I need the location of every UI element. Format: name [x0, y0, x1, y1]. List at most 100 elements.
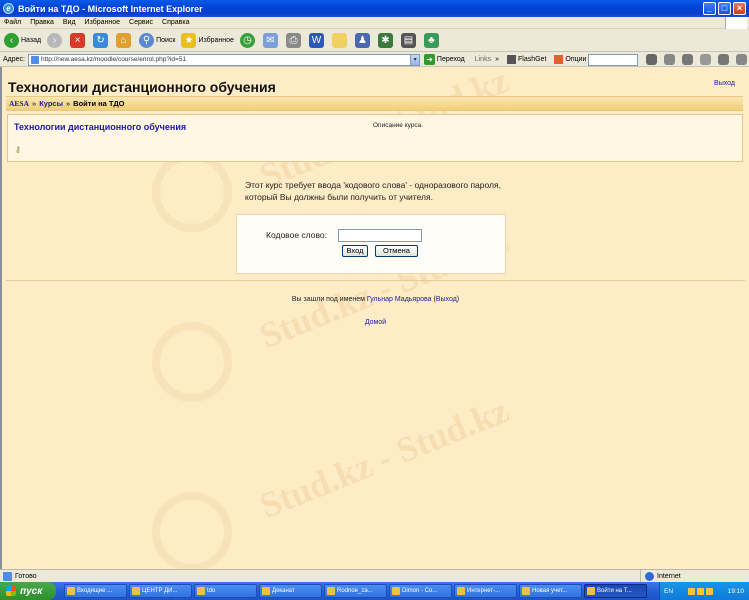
toolbar: ‹ Назад › × ↻ ⌂ ⚲ Поиск ★ Избранное ◷ ✉ …: [0, 30, 749, 52]
menu-help[interactable]: Справка: [162, 19, 189, 26]
print-button[interactable]: ⎙: [285, 33, 303, 48]
breadcrumb-separator: »: [32, 99, 37, 108]
menu-favorites[interactable]: Избранное: [85, 19, 120, 26]
discuss-button[interactable]: [331, 33, 349, 48]
folder-icon: [262, 587, 270, 595]
go-label: Переход: [436, 56, 465, 63]
maximize-button[interactable]: □: [718, 2, 731, 15]
task-rodnoe[interactable]: Rodnoe_za...: [324, 584, 387, 598]
forward-button[interactable]: ›: [47, 33, 64, 48]
task-new-account[interactable]: Новая учет...: [519, 584, 582, 598]
home-button[interactable]: ⌂: [116, 33, 133, 48]
logout-link-footer[interactable]: Выход: [436, 296, 457, 303]
people-icon: ♣: [423, 33, 439, 48]
notes-button[interactable]: ▤: [400, 33, 418, 48]
refresh-button[interactable]: ↻: [93, 33, 110, 48]
task-current-window[interactable]: Войти на Т...: [584, 584, 647, 598]
search-button[interactable]: ⚲ Поиск: [139, 33, 175, 48]
research-button[interactable]: ✱: [377, 33, 395, 48]
task-icon: [522, 587, 530, 595]
language-indicator[interactable]: EN: [664, 588, 673, 595]
enter-button[interactable]: Вход: [342, 245, 368, 257]
people-button[interactable]: ♣: [423, 33, 441, 48]
paren-close: ): [456, 296, 460, 303]
print-tool-icon[interactable]: [718, 54, 729, 65]
zone-text: Internet: [657, 572, 681, 580]
messenger-icon: ♟: [354, 33, 370, 48]
task-dimon[interactable]: Dimon - Co...: [389, 584, 452, 598]
stop-icon: ×: [70, 33, 86, 48]
cancel-button[interactable]: Отмена: [375, 245, 418, 257]
flashget-button[interactable]: FlashGet: [506, 55, 546, 64]
refresh-icon: ↻: [93, 33, 109, 48]
tray-icon[interactable]: [705, 587, 713, 595]
status-section: Готово: [0, 571, 640, 581]
forward-arrow-icon: ›: [47, 33, 63, 48]
edit-button[interactable]: W: [308, 33, 326, 48]
breadcrumb-courses[interactable]: Курсы: [39, 99, 63, 108]
menu-edit[interactable]: Правка: [30, 19, 54, 26]
page-content: Stud.kz - Stud.kz Stud.kz - Stud.kz Stud…: [0, 67, 749, 569]
key-icon: ⚷: [15, 145, 21, 154]
notes-icon: ▤: [400, 33, 416, 48]
task-dekanat[interactable]: Деканат: [259, 584, 322, 598]
tray-icons: [687, 587, 713, 595]
history-button[interactable]: ◷: [239, 33, 257, 48]
toolbar-search-input[interactable]: [588, 53, 638, 66]
back-button[interactable]: ‹ Назад: [4, 33, 41, 48]
ie-logo-icon: e: [3, 3, 14, 14]
watermark-text: Stud.kz - Stud.kz: [254, 389, 514, 527]
user-profile-link[interactable]: Гульнар Мадьярова: [367, 296, 432, 303]
options-button[interactable]: Опции: [554, 55, 586, 64]
copy-icon[interactable]: [682, 54, 693, 65]
folder-icon: [197, 587, 205, 595]
course-name-link[interactable]: Технологии дистанционного обучения: [14, 122, 186, 132]
back-arrow-icon: ‹: [4, 33, 19, 48]
zoom-icon[interactable]: [646, 54, 657, 65]
close-button[interactable]: ×: [733, 2, 746, 15]
task-tdo[interactable]: tdo: [194, 584, 257, 598]
page-icon: [30, 55, 39, 64]
tray-icon[interactable]: [696, 587, 704, 595]
home-tool-icon[interactable]: [736, 54, 747, 65]
task-center[interactable]: ЦЕНТР ДИ...: [129, 584, 192, 598]
task-inbox[interactable]: Входящие ...: [64, 584, 127, 598]
mail-tool-icon[interactable]: [700, 54, 711, 65]
stop-button[interactable]: ×: [70, 33, 87, 48]
ie-icon: [587, 587, 595, 595]
links-label[interactable]: Links: [475, 56, 491, 63]
clock[interactable]: 19:10: [728, 588, 744, 595]
address-bar: Адрес: http://new.aesa.kz/moodle/course/…: [0, 53, 749, 67]
home-link[interactable]: Домой: [2, 319, 749, 326]
task-icon: [457, 587, 465, 595]
menu-file[interactable]: Файл: [4, 19, 21, 26]
minimize-button[interactable]: _: [703, 2, 716, 15]
folder-icon: [331, 33, 347, 48]
mail-button[interactable]: ✉: [262, 33, 280, 48]
task-internet[interactable]: Интернет-...: [454, 584, 517, 598]
address-dropdown-icon[interactable]: ▾: [411, 53, 420, 66]
menu-tools[interactable]: Сервис: [129, 19, 153, 26]
breadcrumb-current: Войти на ТДО: [73, 99, 125, 108]
enrol-key-label: Кодовое слово:: [266, 230, 327, 240]
messenger-button[interactable]: ♟: [354, 33, 372, 48]
breadcrumb-home[interactable]: AESA: [9, 99, 29, 108]
start-button[interactable]: пуск: [0, 582, 56, 600]
task-label: Входящие ...: [77, 588, 113, 594]
go-button[interactable]: ➜ Переход: [423, 54, 465, 65]
page-done-icon: [3, 571, 12, 581]
enrol-key-input[interactable]: [338, 229, 422, 242]
task-label: Dimon - Co...: [402, 588, 438, 594]
address-input[interactable]: http://new.aesa.kz/moodle/course/enrol.p…: [27, 53, 412, 66]
menu-view[interactable]: Вид: [63, 19, 76, 26]
task-label: Войти на Т...: [597, 588, 632, 594]
logout-link-top[interactable]: Выход: [714, 80, 735, 87]
task-label: Rodnoe_za...: [337, 588, 373, 594]
extra-tool-icons: [646, 54, 749, 65]
title-bar: e Войти на ТДО - Microsoft Internet Expl…: [0, 0, 749, 17]
favorites-button[interactable]: ★ Избранное: [181, 33, 234, 48]
chevron-icon[interactable]: »: [495, 56, 499, 63]
page-title: Технологии дистанционного обучения: [8, 79, 276, 95]
tray-icon[interactable]: [687, 587, 695, 595]
tool-icon[interactable]: [664, 54, 675, 65]
